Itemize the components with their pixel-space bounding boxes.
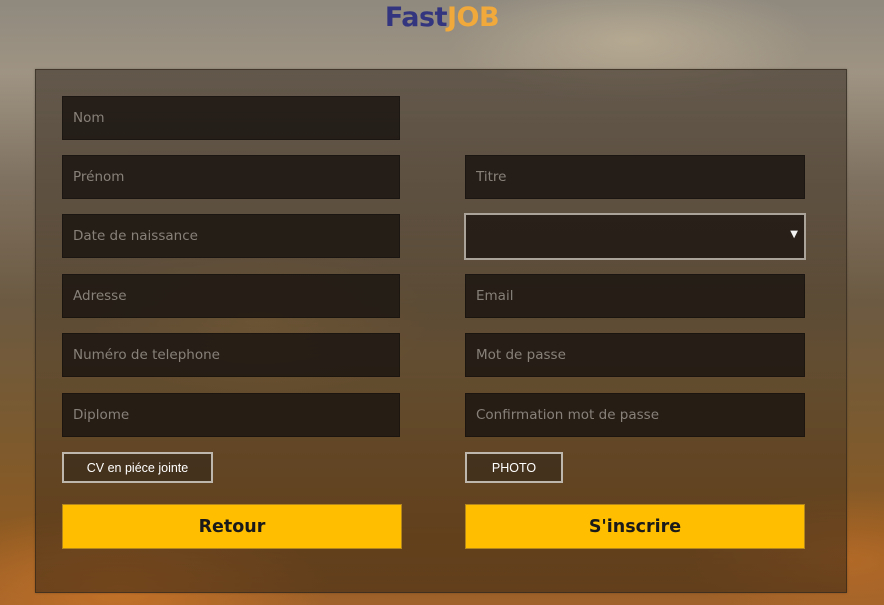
nom-input[interactable] <box>62 96 400 140</box>
back-button[interactable]: Retour <box>62 504 402 549</box>
titre-input[interactable] <box>465 155 805 199</box>
logo-job: JOB <box>446 2 500 33</box>
email-input[interactable] <box>465 274 805 318</box>
register-button[interactable]: S'inscrire <box>465 504 805 549</box>
date-naissance-input[interactable] <box>62 214 400 258</box>
logo-fast: Fast <box>384 2 448 33</box>
prenom-input[interactable] <box>62 155 400 199</box>
cv-attachment-button[interactable]: CV en piéce jointe <box>62 452 213 483</box>
password-input[interactable] <box>465 333 805 377</box>
telephone-input[interactable] <box>62 333 400 377</box>
category-select[interactable]: ▼ <box>464 213 806 260</box>
confirm-password-input[interactable] <box>465 393 805 437</box>
diplome-input[interactable] <box>62 393 400 437</box>
adresse-input[interactable] <box>62 274 400 318</box>
photo-button[interactable]: PHOTO <box>465 452 563 483</box>
caret-down-icon: ▼ <box>790 229 798 240</box>
app-logo: FastJOB <box>0 2 884 33</box>
